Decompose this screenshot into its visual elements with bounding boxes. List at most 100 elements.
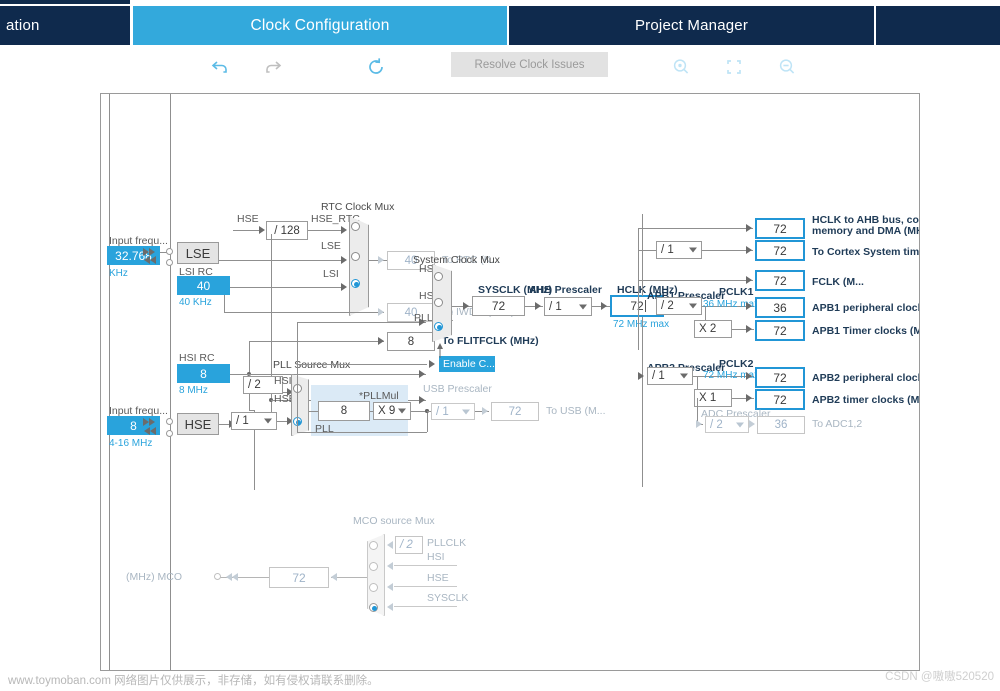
tab-pinout-configuration[interactable]: ation [0, 6, 130, 45]
zoom-out-icon [779, 59, 795, 74]
arrow-adc-out [749, 420, 755, 428]
fit-to-screen-button[interactable] [719, 52, 749, 82]
adc-prescaler-dropdown[interactable]: / 2 [705, 416, 749, 433]
system-clock-mux-radio-hsi[interactable] [434, 272, 443, 281]
reset-button[interactable] [361, 52, 391, 82]
cortex-timer-divider[interactable]: / 1 [656, 241, 702, 259]
mco-hsi-label: HSI [427, 551, 445, 563]
rtc-mux-radio-hse-rtc[interactable] [351, 222, 360, 231]
usb-prescaler-dropdown[interactable]: / 1 [431, 403, 475, 420]
wire-lsi-to-rtc-mux [224, 287, 343, 288]
cortex-timer-label: To Cortex System timer (M [812, 246, 920, 258]
lse-input-unit: KHz [109, 268, 128, 279]
zoom-in-button[interactable] [666, 52, 696, 82]
arrow-apb1-periph [746, 302, 752, 310]
chevron-down-icon [398, 408, 406, 414]
fit-to-screen-icon [727, 60, 741, 74]
rtc-clock-mux[interactable] [349, 216, 369, 316]
diagram-left-rail-outer [109, 94, 110, 670]
fclk-value[interactable]: 72 [755, 270, 805, 291]
wire-mco-sysclk [394, 606, 457, 607]
chevron-down-icon [689, 303, 697, 309]
pll-hse-divider[interactable]: / 1 [231, 412, 277, 430]
arrow-to-iwdg [378, 308, 384, 316]
apb2-periph-label: APB2 peripheral clocks (M [812, 372, 919, 384]
rtc-lse-label: LSE [321, 240, 341, 252]
to-usb-value[interactable]: 72 [491, 402, 539, 421]
arrow-apb1-timer [746, 325, 752, 333]
apb2-periph-value[interactable]: 72 [755, 367, 805, 388]
arrow-to-usb [482, 407, 488, 415]
pll-input-value[interactable]: 8 [318, 401, 370, 421]
mco-pllclk-divider[interactable]: / 2 [395, 536, 423, 554]
tab-tools[interactable] [876, 6, 1000, 45]
pll-source-mux[interactable] [291, 374, 309, 436]
wire-pllclk-lower [297, 432, 427, 433]
tab-clock-label: Clock Configuration [250, 16, 390, 34]
to-flitfclk-value[interactable]: 8 [387, 332, 435, 351]
system-clock-mux-radio-hse[interactable] [434, 298, 443, 307]
arrow-mco-in-hse [387, 583, 393, 591]
lsi-rc-sub: 40 KHz [179, 297, 212, 308]
mco-output-value[interactable]: 72 [269, 567, 329, 588]
wire-pllclk-left-up [297, 412, 298, 432]
watermark-right: CSDN @嗷嗷520520 [885, 671, 994, 683]
apb1-prescaler-dropdown[interactable]: / 2 [656, 297, 702, 315]
arrow-into-hclk [601, 302, 607, 310]
adc-prescaler-value: / 2 [710, 418, 723, 431]
arrow-mco-in-hsi [387, 562, 393, 570]
resolve-clock-issues-button[interactable]: Resolve Clock Issues [451, 52, 608, 77]
hsi-rc-title: HSI RC [179, 352, 215, 364]
hclk-ahb-bus-label: HCLK to AHB bus, core, memory and DMA (M… [812, 214, 919, 237]
mco-mux-radio-pllclk[interactable] [369, 541, 378, 550]
apb2-prescaler-dropdown[interactable]: / 1 [647, 367, 693, 385]
tab-project-label: Project Manager [634, 17, 749, 34]
tab-pinout-label: ation [6, 17, 40, 34]
hse-oscillator-block[interactable]: HSE [177, 413, 219, 435]
pllmul-dropdown[interactable]: X 9 [373, 402, 411, 420]
wire-hsi-out [230, 374, 249, 375]
arrow-into-enable-css [429, 360, 435, 368]
lse-oscillator-block[interactable]: LSE [177, 242, 219, 264]
hse-input-range: 4-16 MHz [109, 438, 153, 449]
chevron-down-icon [264, 418, 272, 424]
arrow-lse-into-mux [341, 256, 347, 264]
rtc-mux-radio-lsi[interactable] [351, 279, 360, 288]
diagram-left-rail-inner [170, 94, 171, 670]
mco-mux-radio-hsi[interactable] [369, 562, 378, 571]
arrow-into-sysclk [463, 302, 469, 310]
rtc-hse-divider-box[interactable]: / 128 [266, 221, 308, 240]
apb1-timer-value[interactable]: 72 [755, 320, 805, 341]
mco-mux-radio-hse[interactable] [369, 583, 378, 592]
lse-pin-lower [166, 259, 173, 266]
hclk-ahb-bus-value[interactable]: 72 [755, 218, 805, 239]
apb1-periph-value[interactable]: 36 [755, 297, 805, 318]
to-flitfclk-label: To FLITFCLK (MHz) [442, 335, 539, 347]
arrow-hclk-out-1 [746, 224, 752, 232]
to-adc-value[interactable]: 36 [757, 416, 805, 434]
clock-tree-diagram[interactable]: RTC Clock Mux HSE / 128 HSE_RTC LSE LSI … [100, 93, 920, 671]
zoom-in-icon [673, 59, 689, 74]
tab-clock-configuration[interactable]: Clock Configuration [133, 6, 507, 45]
undo-icon [211, 61, 227, 73]
sysclk-value[interactable]: 72 [472, 296, 525, 316]
cortex-timer-value[interactable]: 72 [755, 240, 805, 261]
redo-button[interactable] [258, 52, 288, 82]
arrow-to-flitfclk [378, 337, 384, 345]
zoom-out-button[interactable] [772, 52, 802, 82]
arrow-hse-back-b [150, 427, 156, 435]
enable-css-button[interactable]: Enable C... [439, 356, 495, 372]
arrow-hclk-out-3 [746, 276, 752, 284]
apb1-periph-label: APB1 peripheral clocks (M [812, 302, 919, 314]
undo-button[interactable] [205, 52, 235, 82]
wire-hclk-bus-down [642, 317, 643, 487]
wire-div128-to-mux [308, 230, 343, 231]
mco-mux-radio-sysclk[interactable] [369, 603, 378, 612]
rtc-hse-label: HSE [237, 213, 259, 225]
tab-project-manager[interactable]: Project Manager [509, 6, 874, 45]
arrow-apb2-periph [746, 372, 752, 380]
ahb-prescaler-dropdown[interactable]: / 1 [544, 297, 592, 316]
system-clock-mux-radio-pllclk[interactable] [434, 322, 443, 331]
rtc-mux-radio-lse[interactable] [351, 252, 360, 261]
apb2-timer-value[interactable]: 72 [755, 389, 805, 410]
